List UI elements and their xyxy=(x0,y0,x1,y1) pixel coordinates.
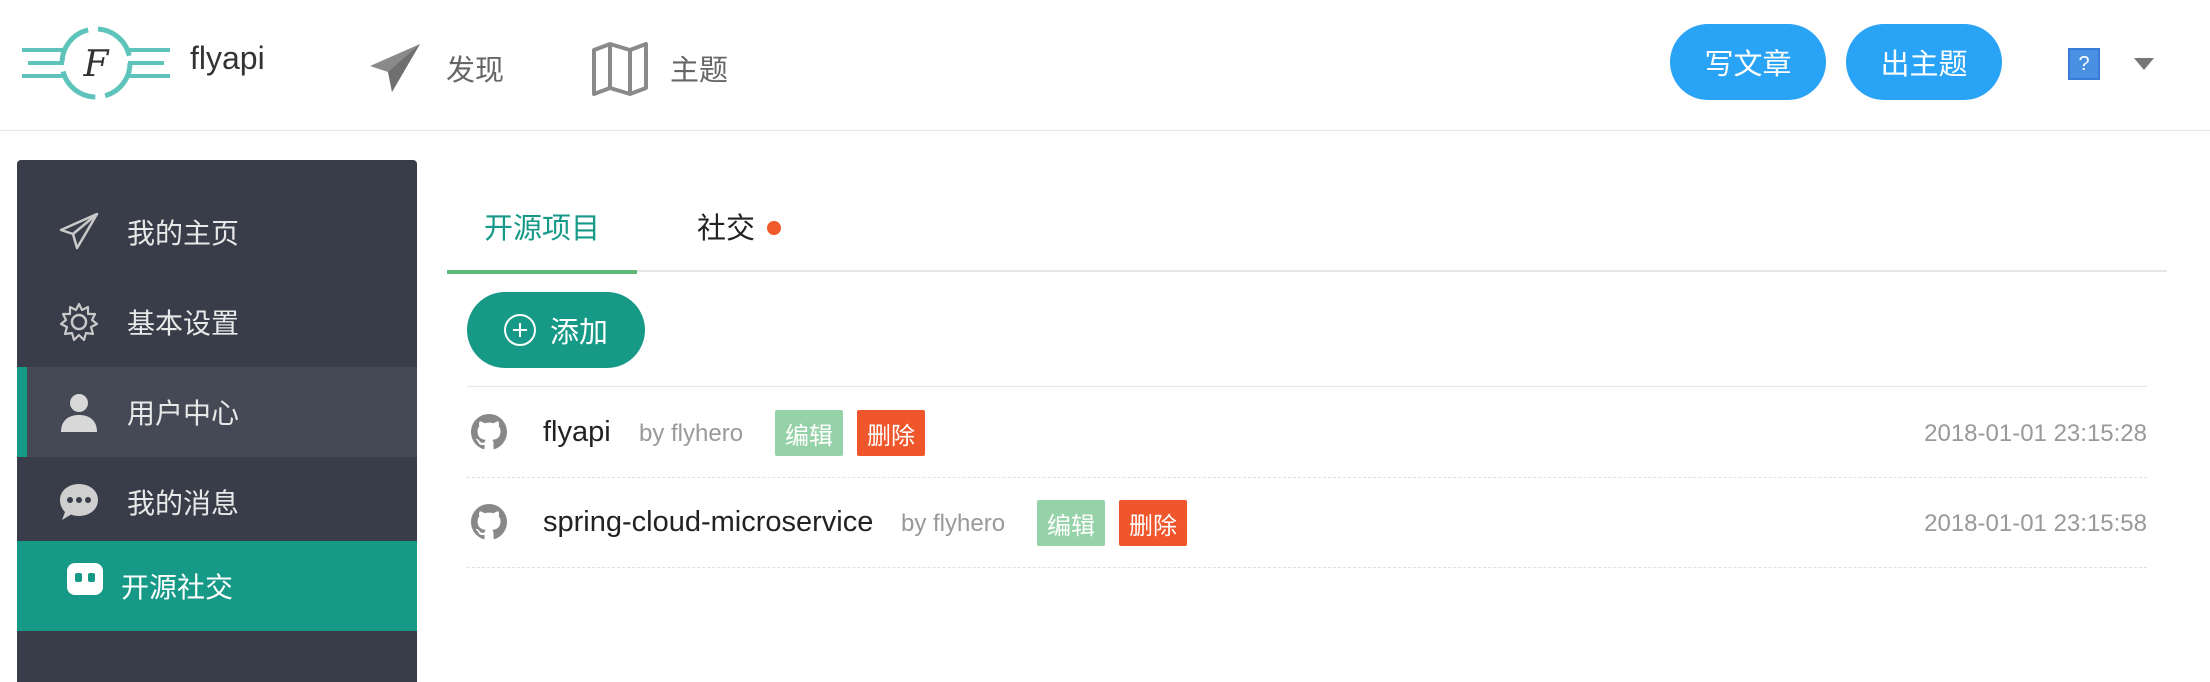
flyapi-logo[interactable]: F xyxy=(22,20,170,106)
top-header: F flyapi 发现 主题 写文章 出主题 ? xyxy=(0,0,2210,131)
add-project-button[interactable]: 添加 xyxy=(467,292,645,368)
sidebar-item-settings[interactable]: 基本设置 xyxy=(17,277,417,367)
sidebar-item-label: 用户中心 xyxy=(127,398,240,429)
paper-plane-icon xyxy=(370,44,420,92)
delete-button[interactable]: 删除 xyxy=(857,410,925,456)
create-topic-button[interactable]: 出主题 xyxy=(1846,24,2002,100)
github-icon xyxy=(471,414,507,450)
sidebar-item-messages[interactable]: 我的消息 xyxy=(17,457,417,547)
nav-discover[interactable]: 发现 xyxy=(366,38,504,98)
edit-button[interactable]: 编辑 xyxy=(1037,500,1105,546)
project-name[interactable]: flyapi xyxy=(543,416,611,449)
github-icon xyxy=(471,504,507,540)
paper-plane-icon xyxy=(59,212,99,250)
tab-social[interactable]: 社交 xyxy=(697,198,782,272)
sidebar-item-label: 开源社交 xyxy=(121,572,234,603)
sidebar: 我的主页 基本设置 用户中心 我的消息 开源社交 xyxy=(17,160,417,682)
nav-topics[interactable]: 主题 xyxy=(590,38,728,98)
brand-name[interactable]: flyapi xyxy=(190,40,265,77)
user-avatar[interactable]: ? xyxy=(2044,24,2124,104)
project-timestamp: 2018-01-01 23:15:28 xyxy=(1924,420,2147,447)
sidebar-item-homepage[interactable]: 我的主页 xyxy=(17,187,417,277)
project-row: spring-cloud-microservice by flyhero 编辑 … xyxy=(467,478,2147,568)
edit-button[interactable]: 编辑 xyxy=(775,410,843,456)
notification-dot xyxy=(767,221,782,235)
user-icon xyxy=(61,394,97,432)
svg-text:F: F xyxy=(83,44,111,85)
sidebar-item-label: 基本设置 xyxy=(127,308,240,339)
tab-open-source-projects[interactable]: 开源项目 xyxy=(447,198,637,274)
project-author: by flyhero xyxy=(901,510,1006,537)
chat-bubble-icon xyxy=(60,484,98,520)
map-icon xyxy=(592,42,648,96)
sidebar-item-label: 我的主页 xyxy=(127,218,240,249)
gear-icon xyxy=(59,302,99,342)
list-divider xyxy=(467,386,2147,387)
project-author: by flyhero xyxy=(639,420,744,447)
tab-social-label: 社交 xyxy=(697,213,756,245)
write-article-button[interactable]: 写文章 xyxy=(1670,24,1826,100)
project-name[interactable]: spring-cloud-microservice xyxy=(543,506,873,539)
tab-bar: 开源项目 社交 xyxy=(447,198,2167,274)
project-timestamp: 2018-01-01 23:15:58 xyxy=(1924,510,2147,537)
project-row: flyapi by flyhero 编辑 删除 2018-01-01 23:15… xyxy=(467,388,2147,478)
nav-discover-label: 发现 xyxy=(446,55,505,87)
robot-face-icon xyxy=(67,563,103,595)
avatar-placeholder-icon: ? xyxy=(2068,48,2100,80)
sidebar-item-user-center[interactable]: 用户中心 xyxy=(17,367,417,457)
sidebar-item-open-source-social[interactable]: 开源社交 xyxy=(17,541,417,631)
delete-button[interactable]: 删除 xyxy=(1119,500,1187,546)
chevron-down-icon[interactable] xyxy=(2134,58,2154,70)
add-button-label: 添加 xyxy=(549,317,608,349)
sidebar-item-label: 我的消息 xyxy=(127,488,240,519)
nav-topics-label: 主题 xyxy=(670,55,729,87)
plus-circle-icon xyxy=(503,314,536,346)
